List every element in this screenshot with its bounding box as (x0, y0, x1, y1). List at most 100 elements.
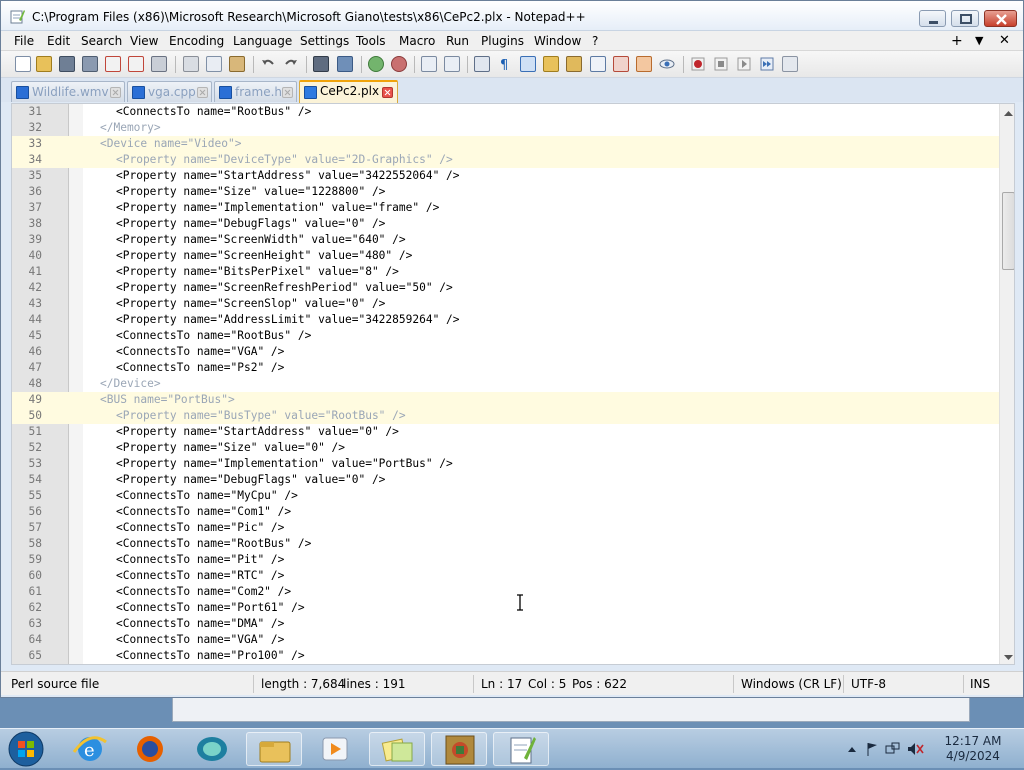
sync-vertical-icon[interactable] (421, 56, 437, 72)
code-editor[interactable]: 31 <ConnectsTo name="RootBus" /> 32 </Memor… (11, 103, 1015, 665)
tab-close-icon[interactable] (382, 87, 393, 98)
minimize-button[interactable] (919, 10, 946, 27)
menu-file[interactable]: File (14, 34, 34, 48)
code-line[interactable]: 53 <Property name="Implementation" value=… (12, 456, 1000, 472)
network-icon[interactable] (885, 742, 900, 754)
scroll-up-arrow-icon[interactable] (1004, 109, 1013, 118)
code-line[interactable]: 44 <Property name="AddressLimit" value="3… (12, 312, 1000, 328)
zoom-out-icon[interactable] (391, 56, 407, 72)
save-all-icon[interactable] (82, 56, 98, 72)
menu-language[interactable]: Language (233, 34, 292, 48)
save-icon[interactable] (59, 56, 75, 72)
menu-macro[interactable]: Macro (399, 34, 435, 48)
code-line[interactable]: 54 <Property name="DebugFlags" value="0" … (12, 472, 1000, 488)
code-line[interactable]: 63 <ConnectsTo name="DMA" /> (12, 616, 1000, 632)
tab-list-down-icon[interactable]: ▼ (975, 34, 983, 47)
tab-close-icon[interactable] (282, 87, 293, 98)
vertical-scrollbar[interactable] (999, 104, 1014, 664)
action-center-flag-icon[interactable] (867, 743, 877, 756)
run-macro-multiple-icon[interactable] (759, 56, 775, 72)
tab-cepc2-plx[interactable]: CePc2.plx (299, 80, 398, 103)
open-file-icon[interactable] (36, 56, 52, 72)
code-line[interactable]: 60 <ConnectsTo name="RTC" /> (12, 568, 1000, 584)
code-line[interactable]: 34 <Property name="DeviceType" value="2D-… (12, 152, 1000, 168)
menu-view[interactable]: View (130, 34, 158, 48)
tab-close-icon[interactable] (197, 87, 208, 98)
show-all-characters-icon[interactable]: ¶ (497, 56, 513, 73)
code-line[interactable]: 57 <ConnectsTo name="Pic" /> (12, 520, 1000, 536)
tab-wildlife-wmv[interactable]: Wildlife.wmv (11, 81, 125, 102)
monitoring-icon[interactable] (636, 56, 652, 72)
menu-search[interactable]: Search (81, 34, 122, 48)
start-button-icon[interactable] (6, 730, 46, 768)
code-line[interactable]: 52 <Property name="Size" value="0" /> (12, 440, 1000, 456)
preview-eye-icon[interactable] (659, 56, 675, 72)
code-line[interactable]: 43 <Property name="ScreenSlop" value="0" … (12, 296, 1000, 312)
word-wrap-icon[interactable] (474, 56, 490, 72)
menu-edit[interactable]: Edit (47, 34, 70, 48)
stop-macro-icon[interactable] (713, 56, 729, 72)
tab-vga-cpp[interactable]: vga.cpp (127, 81, 212, 102)
code-line[interactable]: 37 <Property name="Implementation" value=… (12, 200, 1000, 216)
redo-icon[interactable] (283, 56, 299, 72)
scrollbar-thumb[interactable] (1002, 192, 1014, 270)
function-list-icon[interactable] (590, 56, 606, 72)
sync-horizontal-icon[interactable] (444, 56, 460, 72)
close-all-icon[interactable] (128, 56, 144, 72)
user-language-icon[interactable] (543, 56, 559, 72)
new-file-icon[interactable] (15, 56, 31, 72)
volume-icon[interactable] (908, 743, 924, 755)
code-line[interactable]: 65 <ConnectsTo name="Pro100" /> (12, 648, 1000, 664)
code-line[interactable]: 48 </Device> (12, 376, 1000, 392)
taskbar-game[interactable] (431, 732, 487, 766)
tab-close-icon[interactable] (110, 87, 121, 98)
code-line[interactable]: 59 <ConnectsTo name="Pit" /> (12, 552, 1000, 568)
code-line[interactable]: 45 <ConnectsTo name="RootBus" /> (12, 328, 1000, 344)
background-window[interactable] (172, 698, 970, 722)
code-line[interactable]: 39 <Property name="ScreenWidth" value="64… (12, 232, 1000, 248)
save-macro-icon[interactable] (782, 56, 798, 72)
indent-guide-icon[interactable] (520, 56, 536, 72)
code-line[interactable]: 61 <ConnectsTo name="Com2" /> (12, 584, 1000, 600)
play-macro-icon[interactable] (736, 56, 752, 72)
code-line[interactable]: 33 <Device name="Video"> (12, 136, 1000, 152)
cut-icon[interactable] (183, 56, 199, 72)
menu-settings[interactable]: Settings (300, 34, 349, 48)
menu-help[interactable]: ? (592, 34, 598, 48)
folder-as-workspace-icon[interactable] (613, 56, 629, 72)
status-encoding[interactable]: UTF-8 (851, 677, 886, 691)
taskbar-clock[interactable]: 12:17 AM 4/9/2024 (936, 734, 1010, 764)
code-line[interactable]: 56 <ConnectsTo name="Com1" /> (12, 504, 1000, 520)
code-line[interactable]: 46 <ConnectsTo name="VGA" /> (12, 344, 1000, 360)
code-line[interactable]: 62 <ConnectsTo name="Port61" /> (12, 600, 1000, 616)
code-line[interactable]: 50 <Property name="BusType" value="RootBu… (12, 408, 1000, 424)
menu-plugins[interactable]: Plugins (481, 34, 524, 48)
show-hidden-icons-icon[interactable] (848, 747, 856, 752)
taskbar-notepad-plus-plus[interactable] (493, 732, 549, 766)
code-line[interactable]: 49 <BUS name="PortBus"> (12, 392, 1000, 408)
taskbar-chat[interactable] (184, 732, 240, 766)
code-line[interactable]: 42 <Property name="ScreenRefreshPeriod" v… (12, 280, 1000, 296)
menu-tools[interactable]: Tools (356, 34, 386, 48)
close-file-icon[interactable] (105, 56, 121, 72)
code-line[interactable]: 51 <Property name="StartAddress" value="0… (12, 424, 1000, 440)
copy-icon[interactable] (206, 56, 222, 72)
taskbar-sticky-notes[interactable] (369, 732, 425, 766)
menu-encoding[interactable]: Encoding (169, 34, 224, 48)
tab-frame-h[interactable]: frame.h (214, 81, 297, 102)
paste-icon[interactable] (229, 56, 245, 72)
code-line[interactable]: 35 <Property name="StartAddress" value="3… (12, 168, 1000, 184)
code-line[interactable]: 58 <ConnectsTo name="RootBus" /> (12, 536, 1000, 552)
code-line[interactable]: 64 <ConnectsTo name="VGA" /> (12, 632, 1000, 648)
new-tab-plus-icon[interactable]: + (951, 33, 963, 49)
code-line[interactable]: 40 <Property name="ScreenHeight" value="4… (12, 248, 1000, 264)
code-line[interactable]: 31 <ConnectsTo name="RootBus" /> (12, 104, 1000, 120)
close-document-icon[interactable]: ✕ (999, 33, 1010, 48)
title-bar[interactable]: C:\Program Files (x86)\Microsoft Researc… (1, 1, 1023, 31)
record-macro-icon[interactable] (690, 56, 706, 72)
taskbar-file-explorer[interactable] (246, 732, 302, 766)
undo-icon[interactable] (260, 56, 276, 72)
code-line[interactable]: 47 <ConnectsTo name="Ps2" /> (12, 360, 1000, 376)
code-line[interactable]: 55 <ConnectsTo name="MyCpu" /> (12, 488, 1000, 504)
code-line[interactable]: 32 </Memory> (12, 120, 1000, 136)
